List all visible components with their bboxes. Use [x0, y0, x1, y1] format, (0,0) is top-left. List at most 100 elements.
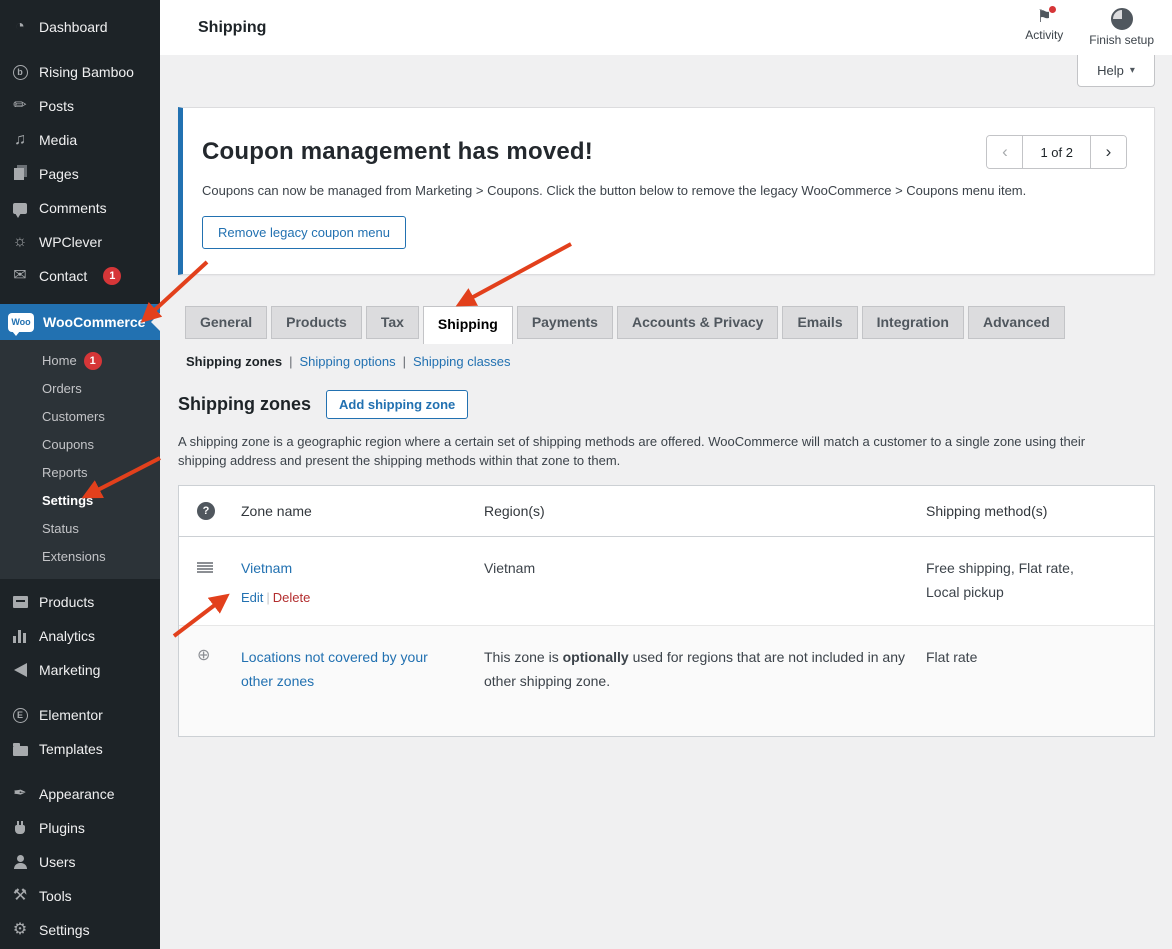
tab-accounts-privacy[interactable]: Accounts & Privacy [617, 306, 779, 339]
sidebar-item-label: WPClever [39, 234, 102, 250]
sidebar-item-marketing[interactable]: Marketing [0, 653, 160, 687]
tab-payments[interactable]: Payments [517, 306, 613, 339]
sidebar-item-label: Comments [39, 200, 107, 216]
sidebar-item-rising-bamboo[interactable]: b Rising Bamboo [0, 55, 160, 89]
analytics-icon [10, 630, 30, 643]
sidebar-item-plugins[interactable]: Plugins [0, 811, 160, 845]
sidebar-item-label: Settings [39, 922, 90, 938]
home-badge: 1 [84, 352, 102, 370]
sidebar-item-comments[interactable]: Comments [0, 191, 160, 225]
tab-advanced[interactable]: Advanced [968, 306, 1065, 339]
sidebar-item-templates[interactable]: Templates [0, 732, 160, 766]
sidebar-item-label: Appearance [39, 786, 115, 802]
dashboard-icon: ◔ [10, 19, 30, 35]
sidebar-item-label: Marketing [39, 662, 100, 678]
zone-name-link[interactable]: Vietnam [241, 556, 292, 580]
subnav-separator: | [403, 354, 406, 369]
help-dropdown[interactable]: Help ▾ [1077, 55, 1155, 87]
subnav-shipping-zones[interactable]: Shipping zones [186, 354, 282, 369]
shipping-subnav: Shipping zones | Shipping options | Ship… [186, 354, 1155, 369]
sidebar-item-dashboard[interactable]: ◔ Dashboard [0, 10, 160, 44]
comments-icon [10, 203, 30, 214]
subnav-shipping-options[interactable]: Shipping options [299, 354, 395, 369]
zone-name-link[interactable]: Locations not covered by your other zone… [241, 645, 446, 693]
sidebar-item-appearance[interactable]: ✒ Appearance [0, 777, 160, 811]
submenu-item-reports[interactable]: Reports [0, 459, 160, 487]
submenu-item-orders[interactable]: Orders [0, 375, 160, 403]
chevron-down-icon: ▾ [1130, 65, 1135, 76]
current-menu-notch [151, 313, 160, 331]
sidebar-item-label: Pages [39, 166, 79, 182]
sidebar-item-label: Plugins [39, 820, 85, 836]
drag-handle-icon[interactable] [197, 562, 213, 573]
subnav-shipping-classes[interactable]: Shipping classes [413, 354, 511, 369]
add-shipping-zone-button[interactable]: Add shipping zone [326, 390, 468, 419]
activity-flag-icon: ⚑ [1037, 8, 1052, 25]
help-icon[interactable]: ? [197, 502, 215, 520]
remove-legacy-coupon-button[interactable]: Remove legacy coupon menu [202, 216, 406, 249]
admin-screen: ◔ Dashboard b Rising Bamboo ✏ Posts ♫ Me… [0, 0, 1172, 949]
shipping-zones-heading: Shipping zones [178, 394, 311, 415]
posts-icon: ✏ [10, 98, 30, 114]
submenu-item-settings[interactable]: Settings [0, 487, 160, 515]
sidebar-item-label: Products [39, 594, 94, 610]
delete-link[interactable]: Delete [273, 590, 311, 605]
pages-icon [10, 168, 30, 180]
sidebar-item-posts[interactable]: ✏ Posts [0, 89, 160, 123]
submenu-item-extensions[interactable]: Extensions [0, 543, 160, 571]
pagination-label: 1 of 2 [1023, 136, 1090, 168]
sidebar-item-pages[interactable]: Pages [0, 157, 160, 191]
table-row: ⊕ Locations not covered by your other zo… [179, 626, 1154, 736]
sidebar-item-settings[interactable]: ⚙ Settings [0, 913, 160, 947]
finish-setup-button[interactable]: Finish setup [1089, 8, 1154, 47]
tab-emails[interactable]: Emails [782, 306, 857, 339]
help-label: Help [1097, 63, 1124, 78]
rising-bamboo-icon: b [10, 65, 30, 80]
tab-shipping[interactable]: Shipping [423, 306, 513, 344]
sidebar-item-elementor[interactable]: E Elementor [0, 698, 160, 732]
sidebar-item-analytics[interactable]: Analytics [0, 619, 160, 653]
contact-badge: 1 [103, 267, 121, 285]
contact-icon: ✉ [10, 268, 30, 284]
row-actions: Edit|Delete [241, 590, 484, 605]
tab-tax[interactable]: Tax [366, 306, 419, 339]
zone-methods: Flat rate [926, 645, 1104, 669]
elementor-icon: E [10, 708, 30, 723]
sidebar-item-label: Rising Bamboo [39, 64, 134, 80]
pagination-prev-button[interactable]: ‹ [987, 136, 1023, 168]
sidebar-item-media[interactable]: ♫ Media [0, 123, 160, 157]
tab-products[interactable]: Products [271, 306, 362, 339]
shipping-zones-description: A shipping zone is a geographic region w… [178, 432, 1136, 470]
sidebar-item-contact[interactable]: ✉ Contact 1 [0, 259, 160, 293]
submenu-item-status[interactable]: Status [0, 515, 160, 543]
submenu-item-home[interactable]: Home 1 [0, 347, 160, 375]
edit-link[interactable]: Edit [241, 590, 263, 605]
tab-general[interactable]: General [185, 306, 267, 339]
wpclever-icon: ☼ [10, 234, 30, 250]
templates-icon [10, 743, 30, 756]
sidebar-item-woocommerce[interactable]: Woo WooCommerce [0, 304, 160, 340]
sidebar-item-users[interactable]: Users [0, 845, 160, 879]
sidebar-item-tools[interactable]: ⚒ Tools [0, 879, 160, 913]
submenu-item-coupons[interactable]: Coupons [0, 431, 160, 459]
sidebar-item-wpclever[interactable]: ☼ WPClever [0, 225, 160, 259]
sidebar-item-products[interactable]: Products [0, 585, 160, 619]
tab-integration[interactable]: Integration [862, 306, 964, 339]
sidebar-item-label: Analytics [39, 628, 95, 644]
activity-button[interactable]: ⚑ Activity [1025, 8, 1063, 47]
subnav-separator: | [289, 354, 292, 369]
submenu-item-customers[interactable]: Customers [0, 403, 160, 431]
sidebar-item-label: Media [39, 132, 77, 148]
users-icon [10, 855, 30, 869]
pagination-next-button[interactable]: › [1090, 136, 1126, 168]
sidebar-separator [0, 687, 160, 698]
table-header-row: ? Zone name Region(s) Shipping method(s) [179, 486, 1154, 537]
page-title: Shipping [198, 19, 266, 37]
coupon-moved-notice: Coupon management has moved! Coupons can… [178, 107, 1155, 275]
sidebar-separator [0, 44, 160, 55]
woocommerce-icon: Woo [8, 313, 34, 332]
zone-region: Vietnam [484, 560, 535, 576]
woocommerce-submenu: Home 1 Orders Customers Coupons Reports … [0, 340, 160, 579]
activity-notification-dot [1049, 6, 1056, 13]
column-header-regions: Region(s) [484, 503, 926, 519]
